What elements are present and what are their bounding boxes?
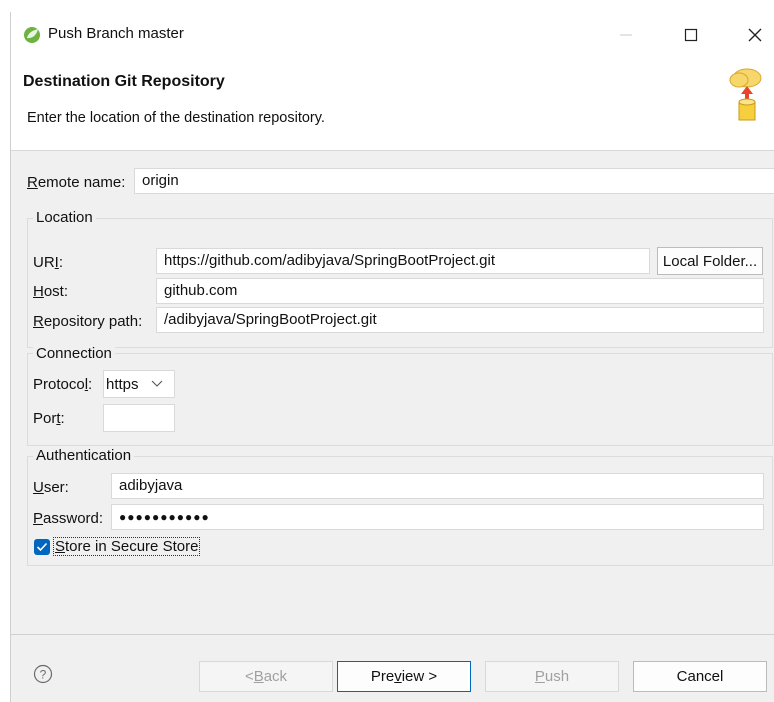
password-input[interactable]: ●●●●●●●●●●● xyxy=(111,504,764,530)
protocol-value: https xyxy=(106,375,139,393)
protocol-label: Protocol: xyxy=(33,376,93,393)
user-label: User: xyxy=(33,479,69,496)
authentication-group-title: Authentication xyxy=(33,447,135,464)
connection-group-title: Connection xyxy=(33,345,115,362)
port-input[interactable] xyxy=(103,404,175,432)
minimize-icon xyxy=(620,34,632,36)
local-folder-button[interactable]: Local Folder... xyxy=(657,247,763,275)
window-title: Push Branch master xyxy=(48,25,184,42)
port-label: Port: xyxy=(33,410,65,427)
svg-text:?: ? xyxy=(40,668,47,682)
repository-path-input[interactable]: /adibyjava/SpringBootProject.git xyxy=(156,307,764,333)
host-label: Host: xyxy=(33,283,69,300)
page-title: Destination Git Repository xyxy=(23,73,225,90)
host-input[interactable]: github.com xyxy=(156,278,764,304)
push-branch-dialog: Push Branch master Destination Git Repos… xyxy=(10,12,774,702)
back-button[interactable]: < Back xyxy=(199,661,333,692)
chevron-down-icon xyxy=(151,380,162,387)
maximize-button[interactable] xyxy=(671,18,711,52)
cancel-button[interactable]: Cancel xyxy=(633,661,767,692)
wizard-header: Destination Git Repository Enter the loc… xyxy=(11,58,774,151)
repository-path-label: Repository path: xyxy=(33,313,143,330)
checkmark-icon xyxy=(36,542,48,552)
cloud-upload-database-icon xyxy=(729,68,762,121)
push-button[interactable]: Push xyxy=(485,661,619,692)
eclipse-spring-icon xyxy=(24,27,40,43)
help-icon[interactable]: ? xyxy=(33,664,53,684)
remote-name-input[interactable]: origin xyxy=(134,168,774,194)
minimize-button[interactable] xyxy=(606,18,646,52)
close-icon xyxy=(748,28,762,42)
user-input[interactable]: adibyjava xyxy=(111,473,764,499)
remote-name-label: Remote name: xyxy=(27,174,126,191)
connection-group xyxy=(27,353,773,446)
store-secure-checkbox[interactable] xyxy=(34,539,50,555)
maximize-icon xyxy=(684,28,698,42)
uri-label: URI: xyxy=(33,254,64,271)
location-group-title: Location xyxy=(33,209,96,226)
close-button[interactable] xyxy=(735,18,774,52)
title-bar: Push Branch master xyxy=(11,12,774,58)
uri-input[interactable]: https://github.com/adibyjava/SpringBootP… xyxy=(156,248,650,274)
protocol-select[interactable]: https xyxy=(103,370,175,398)
password-label: Password: xyxy=(33,510,104,527)
page-description: Enter the location of the destination re… xyxy=(27,110,325,126)
store-secure-label[interactable]: Store in Secure Store xyxy=(53,537,201,556)
footer-divider xyxy=(11,634,774,635)
preview-button[interactable]: Pre v iew > xyxy=(337,661,471,692)
